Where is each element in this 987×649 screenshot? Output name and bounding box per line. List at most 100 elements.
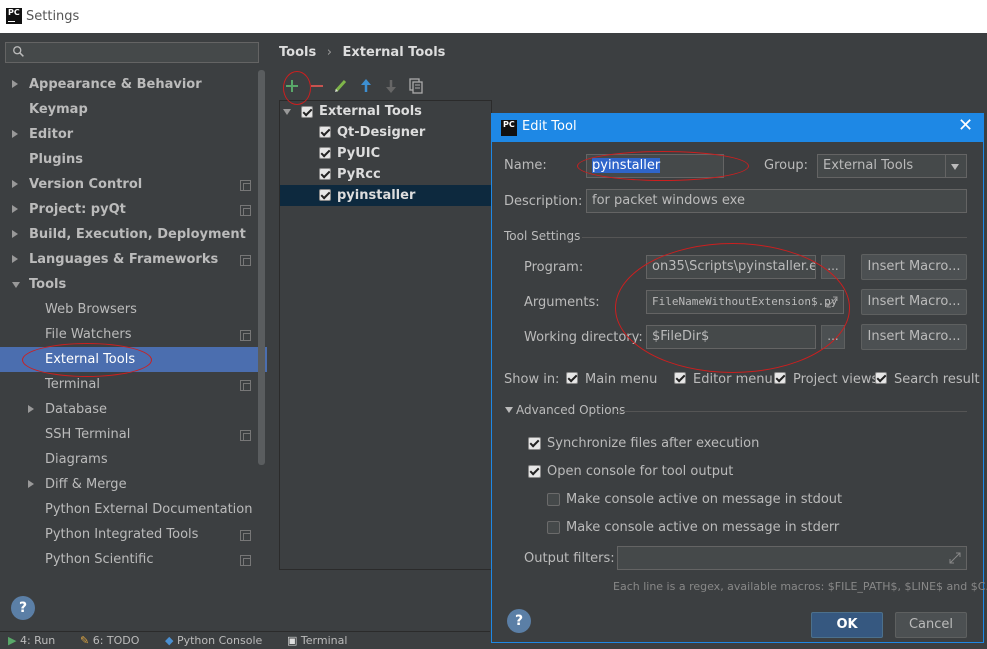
show-in-checkbox[interactable]	[774, 372, 786, 384]
sidebar-item-external-tools[interactable]: External Tools	[0, 347, 267, 372]
tool-group-label[interactable]: External Tools	[319, 101, 422, 122]
sidebar-item-python-external-documentation[interactable]: Python External Documentation	[0, 497, 258, 522]
expand-icon[interactable]	[825, 295, 839, 309]
show-in-option-label[interactable]: Project views	[793, 372, 878, 387]
advanced-option-checkbox[interactable]	[547, 521, 560, 534]
terminal-tab[interactable]: ▣ Terminal	[287, 634, 347, 647]
arrow-up-icon[interactable]	[356, 76, 376, 96]
copy-icon[interactable]	[406, 76, 426, 96]
sidebar-item-editor[interactable]: Editor	[0, 122, 258, 147]
tool-checkbox[interactable]	[319, 147, 331, 159]
sidebar-item-appearance-behavior[interactable]: Appearance & Behavior	[0, 72, 258, 97]
sidebar-scrollbar[interactable]	[258, 70, 265, 465]
sidebar-item-web-browsers[interactable]: Web Browsers	[0, 297, 258, 322]
advanced-option-checkbox[interactable]	[547, 493, 560, 506]
tool-checkbox[interactable]	[319, 189, 331, 201]
sidebar-item-label: Python Integrated Tools	[45, 527, 199, 542]
chevron-down-icon[interactable]	[12, 282, 20, 288]
advanced-option-label[interactable]: Make console active on message in stderr	[566, 520, 839, 535]
output-filters-field[interactable]	[617, 546, 967, 570]
project-settings-icon	[240, 380, 251, 391]
sidebar-item-file-watchers[interactable]: File Watchers	[0, 322, 258, 347]
chevron-down-icon[interactable]	[945, 155, 966, 177]
advanced-options-heading[interactable]: Advanced Options	[516, 403, 625, 417]
show-in-checkbox[interactable]	[875, 372, 887, 384]
tool-item[interactable]: Qt-Designer	[280, 122, 491, 143]
insert-macro-button-arguments[interactable]: Insert Macro...	[861, 289, 967, 315]
sidebar-item-plugins[interactable]: Plugins	[0, 147, 258, 172]
advanced-option-checkbox[interactable]	[528, 437, 541, 450]
expand-icon[interactable]	[948, 551, 962, 565]
insert-macro-button-working-dir[interactable]: Insert Macro...	[861, 324, 967, 350]
sidebar-item-terminal[interactable]: Terminal	[0, 372, 258, 397]
working-directory-browse-button[interactable]: ...	[821, 325, 845, 349]
advanced-collapse-icon[interactable]	[505, 407, 513, 413]
sidebar-item-build-execution-deployment[interactable]: Build, Execution, Deployment	[0, 222, 258, 247]
chevron-right-icon[interactable]	[12, 230, 18, 238]
show-in-checkbox[interactable]	[566, 372, 578, 384]
sidebar-item-python-scientific[interactable]: Python Scientific	[0, 547, 258, 572]
tool-item[interactable]: pyinstaller	[280, 185, 491, 206]
tool-checkbox[interactable]	[319, 168, 331, 180]
minus-icon[interactable]	[307, 76, 327, 96]
help-button[interactable]: ?	[11, 596, 35, 620]
show-in-option-label[interactable]: Editor menu	[693, 372, 773, 387]
advanced-option-label[interactable]: Synchronize files after execution	[547, 436, 759, 451]
project-settings-icon	[240, 330, 251, 341]
sidebar-item-diff-merge[interactable]: Diff & Merge	[0, 472, 258, 497]
sidebar-item-project-pyqt[interactable]: Project: pyQt	[0, 197, 258, 222]
sidebar-item-label: Terminal	[45, 377, 100, 392]
close-icon[interactable]: ✕	[958, 117, 973, 135]
sidebar-item-database[interactable]: Database	[0, 397, 258, 422]
chevron-right-icon[interactable]	[12, 130, 18, 138]
tool-toolbar	[279, 76, 979, 98]
chevron-right-icon[interactable]	[28, 480, 34, 488]
group-select[interactable]: External Tools	[817, 154, 967, 178]
show-in-option-label[interactable]: Search result	[894, 372, 980, 387]
tool-item[interactable]: PyUIC	[280, 143, 491, 164]
tool-item[interactable]: PyRcc	[280, 164, 491, 185]
chevron-right-icon[interactable]	[12, 180, 18, 188]
plus-icon[interactable]	[282, 76, 302, 96]
sidebar-item-languages-frameworks[interactable]: Languages & Frameworks	[0, 247, 258, 272]
description-field[interactable]: for packet windows exe	[586, 189, 967, 213]
pycharm-logo-icon: PC	[6, 8, 22, 24]
insert-macro-button-program[interactable]: Insert Macro...	[861, 254, 967, 280]
sidebar-item-version-control[interactable]: Version Control	[0, 172, 258, 197]
breadcrumb-external-tools: External Tools	[342, 45, 446, 60]
arguments-field[interactable]: FileNameWithoutExtension$.py	[646, 290, 844, 314]
show-in-checkbox[interactable]	[674, 372, 686, 384]
cancel-button[interactable]: Cancel	[895, 612, 967, 638]
chevron-right-icon[interactable]	[12, 80, 18, 88]
working-directory-field[interactable]: $FileDir$	[646, 325, 816, 349]
advanced-option-label[interactable]: Open console for tool output	[547, 464, 733, 479]
sidebar-item-diagrams[interactable]: Diagrams	[0, 447, 258, 472]
sidebar-item-python-integrated-tools[interactable]: Python Integrated Tools	[0, 522, 258, 547]
ok-button[interactable]: OK	[811, 612, 883, 638]
sidebar-item-ssh-terminal[interactable]: SSH Terminal	[0, 422, 258, 447]
breadcrumb-tools[interactable]: Tools	[279, 45, 316, 60]
chevron-right-icon[interactable]	[12, 255, 18, 263]
program-browse-button[interactable]: ...	[821, 255, 845, 279]
chevron-right-icon[interactable]	[12, 205, 18, 213]
working-directory-label: Working directory:	[524, 330, 643, 345]
dialog-help-button[interactable]: ?	[507, 609, 531, 633]
search-input[interactable]	[5, 42, 259, 63]
sidebar-item-tools[interactable]: Tools	[0, 272, 258, 297]
collapse-arrow-icon[interactable]	[283, 109, 291, 115]
tool-checkbox[interactable]	[319, 126, 331, 138]
arrow-down-icon[interactable]	[381, 76, 401, 96]
advanced-option-checkbox[interactable]	[528, 465, 541, 478]
advanced-option-label[interactable]: Make console active on message in stdout	[566, 492, 842, 507]
chevron-right-icon[interactable]	[28, 405, 34, 413]
sidebar-item-keymap[interactable]: Keymap	[0, 97, 258, 122]
project-settings-icon	[240, 205, 251, 216]
group-checkbox[interactable]	[301, 106, 313, 118]
pencil-icon[interactable]	[331, 76, 351, 96]
run-tab[interactable]: ▶ 4: Run	[8, 634, 55, 647]
python-console-tab[interactable]: ◆ Python Console	[165, 634, 262, 647]
show-in-option-label[interactable]: Main menu	[585, 372, 657, 387]
program-field[interactable]: on35\Scripts\pyinstaller.exe	[646, 255, 816, 279]
name-field[interactable]: pyinstaller	[586, 154, 724, 178]
todo-tab[interactable]: ✎ 6: TODO	[80, 634, 139, 647]
